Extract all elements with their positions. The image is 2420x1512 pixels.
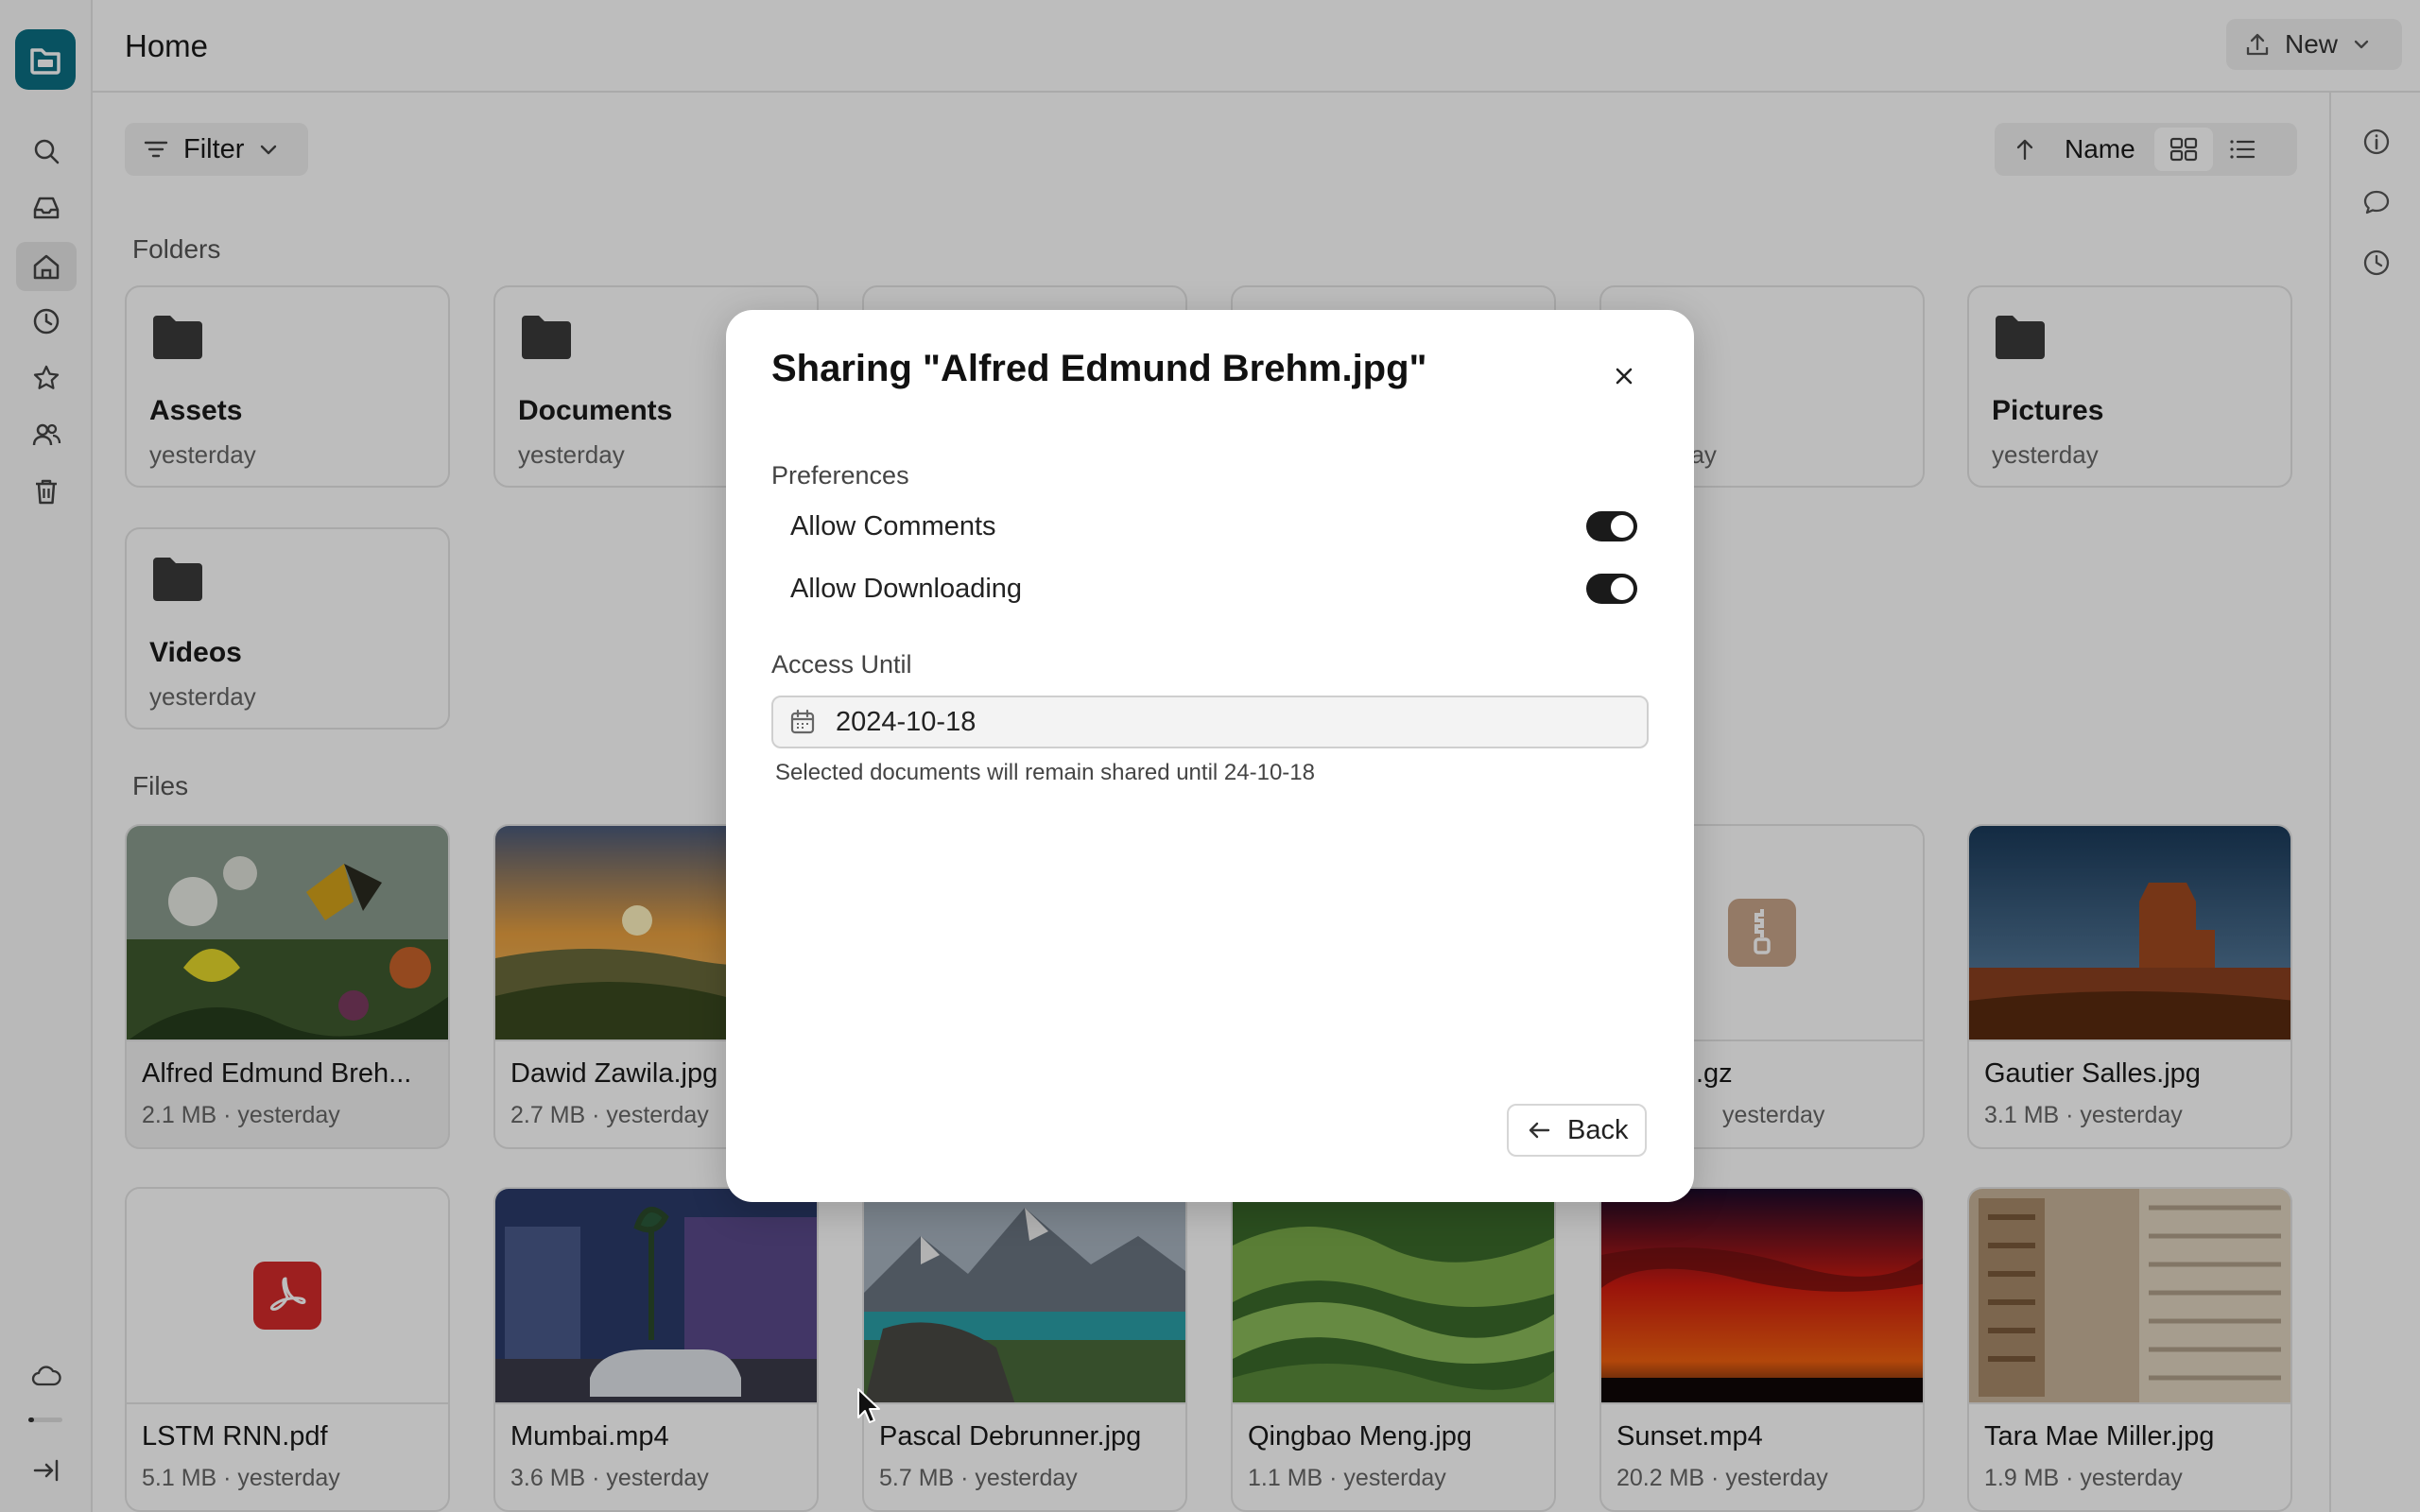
allow-comments-label: Allow Comments [790,510,996,541]
mouse-cursor-icon [857,1388,880,1423]
calendar-icon [790,709,815,734]
date-value: 2024-10-18 [836,706,977,737]
back-label: Back [1567,1114,1629,1145]
arrow-left-icon [1529,1122,1550,1139]
allow-comments-row: Allow Comments [790,503,1637,550]
allow-comments-toggle[interactable] [1586,511,1637,541]
close-icon [1616,368,1633,385]
preferences-heading: Preferences [771,461,909,490]
dialog-title: Sharing "Alfred Edmund Brehm.jpg" [771,348,1427,389]
close-button[interactable] [1598,350,1651,403]
allow-downloading-row: Allow Downloading [790,565,1637,612]
allow-downloading-label: Allow Downloading [790,573,1023,604]
expiry-helper-text: Selected documents will remain shared un… [775,760,1315,785]
sharing-dialog: Sharing "Alfred Edmund Brehm.jpg" Prefer… [726,310,1694,1202]
back-button[interactable]: Back [1507,1104,1647,1157]
allow-downloading-toggle[interactable] [1586,574,1637,604]
access-until-date-field[interactable]: 2024-10-18 [771,696,1649,748]
access-until-heading: Access Until [771,650,912,679]
